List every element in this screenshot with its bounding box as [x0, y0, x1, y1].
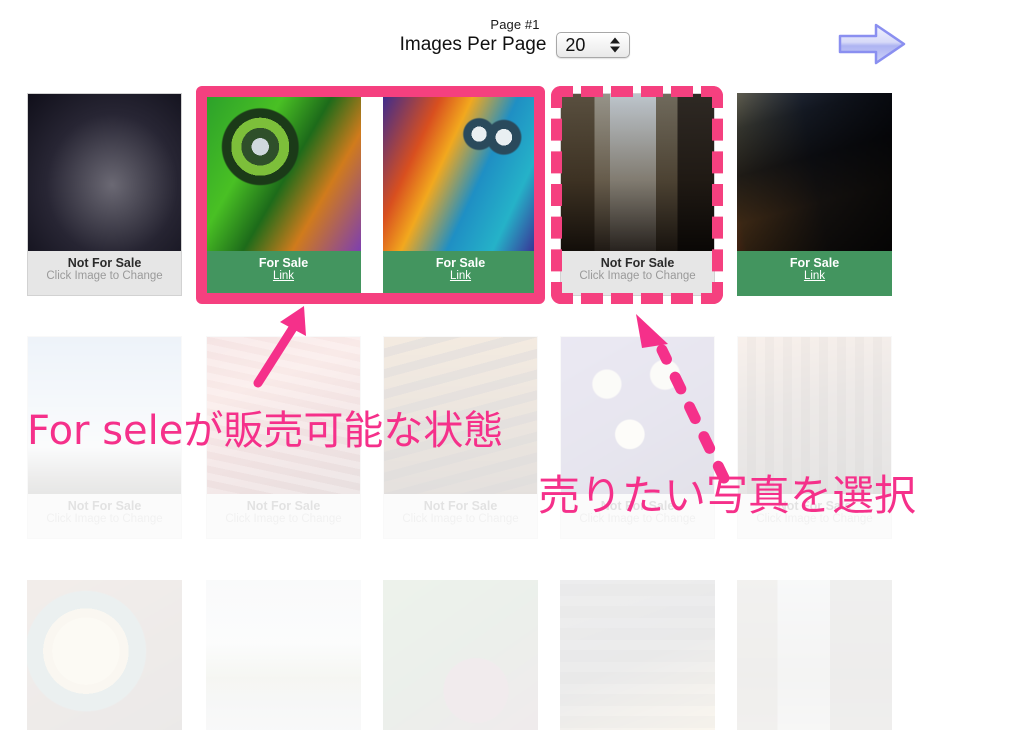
- card-thumbnail[interactable]: [383, 580, 538, 730]
- card-link[interactable]: Link: [737, 270, 892, 283]
- card-footer: Not For Sale Click Image to Change: [27, 494, 182, 539]
- image-card[interactable]: [737, 580, 892, 730]
- card-footer: Not For Sale Click Image to Change: [383, 494, 538, 539]
- card-footer: For Sale Link: [737, 251, 892, 296]
- selection-highlight-not-for-sale: [551, 86, 723, 304]
- card-status: Not For Sale: [67, 256, 142, 270]
- image-card[interactable]: [206, 580, 361, 730]
- image-card[interactable]: Not For Sale Click Image to Change: [27, 93, 182, 296]
- image-card[interactable]: [27, 580, 182, 730]
- annotation-text-select-photo: 売りたい写真を選択: [538, 471, 917, 520]
- image-card[interactable]: For Sale Link: [737, 93, 892, 296]
- card-status: Not For Sale: [423, 499, 498, 513]
- card-action-hint: Click Image to Change: [46, 513, 163, 526]
- card-thumbnail[interactable]: [206, 580, 361, 730]
- annotation-text-for-sale: For seleが販売可能な状態: [27, 408, 504, 454]
- card-thumbnail[interactable]: [737, 580, 892, 730]
- card-thumbnail[interactable]: [27, 93, 182, 251]
- card-action-hint: Click Image to Change: [225, 513, 342, 526]
- card-action-hint: Click Image to Change: [46, 270, 163, 283]
- card-status: For Sale: [789, 256, 840, 270]
- card-action-hint: Click Image to Change: [402, 513, 519, 526]
- card-status: Not For Sale: [246, 499, 321, 513]
- image-card[interactable]: [383, 580, 538, 730]
- card-status: Not For Sale: [67, 499, 142, 513]
- card-thumbnail[interactable]: [560, 580, 715, 730]
- card-thumbnail[interactable]: [27, 580, 182, 730]
- selection-highlight-for-sale: [196, 86, 545, 304]
- page-root: Page #1 Images Per Page 20 Not For Sale …: [0, 0, 1030, 730]
- card-thumbnail[interactable]: [737, 93, 892, 251]
- card-footer: Not For Sale Click Image to Change: [206, 494, 361, 539]
- card-footer: Not For Sale Click Image to Change: [27, 251, 182, 296]
- image-card[interactable]: [560, 580, 715, 730]
